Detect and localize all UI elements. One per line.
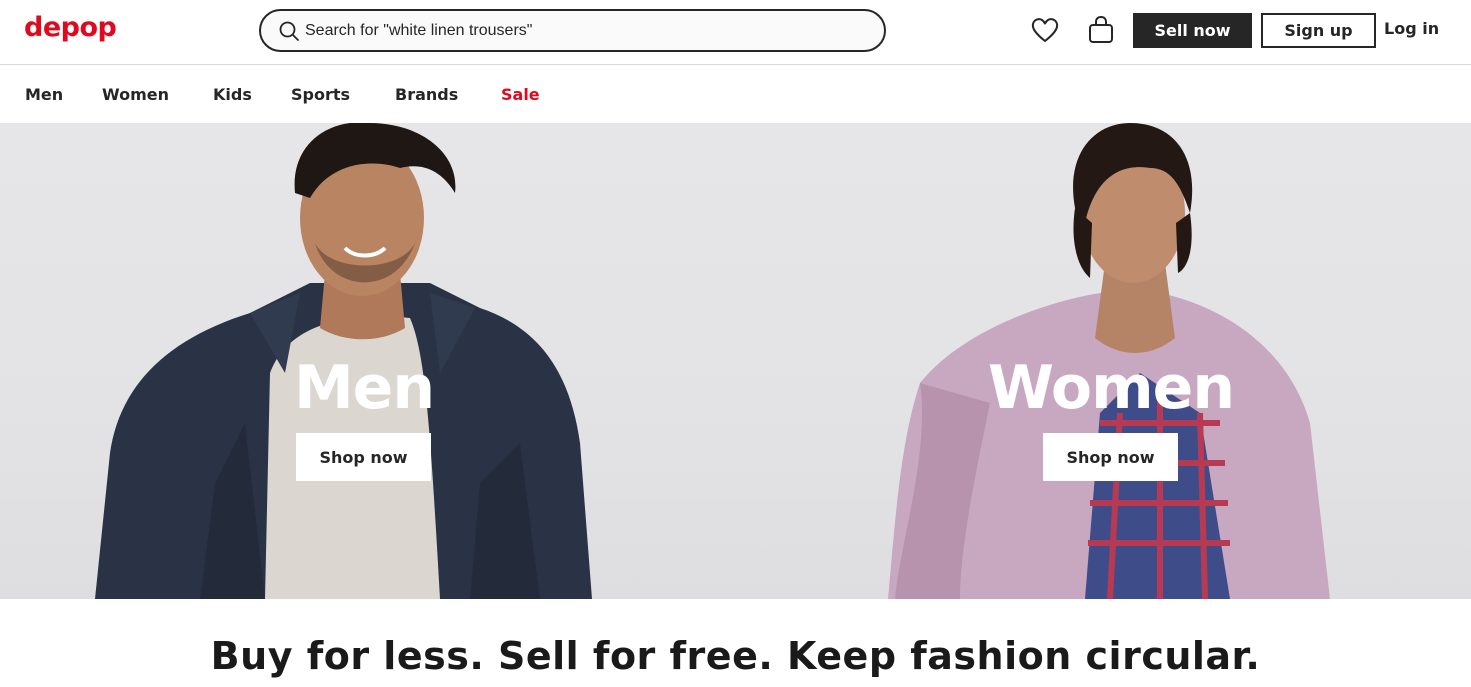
tagline-heading: Buy for less. Sell for free. Keep fashio… <box>210 634 1261 678</box>
shop-now-women-button[interactable]: Shop now <box>1043 433 1178 481</box>
heart-icon[interactable] <box>1031 17 1059 43</box>
hero-title-women: Women <box>987 353 1235 423</box>
hero-title-men: Men <box>293 353 435 423</box>
search-icon <box>279 21 299 41</box>
search-bar[interactable] <box>259 9 886 52</box>
nav-item-sports[interactable]: Sports <box>291 85 350 104</box>
sell-now-button[interactable]: Sell now <box>1133 13 1252 48</box>
nav-item-kids[interactable]: Kids <box>213 85 252 104</box>
nav-item-sale[interactable]: Sale <box>501 85 540 104</box>
site-header: depop Sell now Sign up Log in <box>0 0 1471 65</box>
category-nav: Men Women Kids Sports Brands Sale <box>0 66 1471 123</box>
nav-item-brands[interactable]: Brands <box>395 85 458 104</box>
shopping-bag-icon[interactable] <box>1087 15 1115 45</box>
sign-up-button[interactable]: Sign up <box>1261 13 1376 48</box>
search-input[interactable] <box>305 11 865 50</box>
log-in-link[interactable]: Log in <box>1384 19 1439 38</box>
depop-logo[interactable]: depop <box>24 12 117 43</box>
hero-banner: Men Shop now Women Shop now <box>0 123 1471 599</box>
shop-now-men-button[interactable]: Shop now <box>296 433 431 481</box>
nav-item-women[interactable]: Women <box>102 85 169 104</box>
nav-item-men[interactable]: Men <box>25 85 63 104</box>
